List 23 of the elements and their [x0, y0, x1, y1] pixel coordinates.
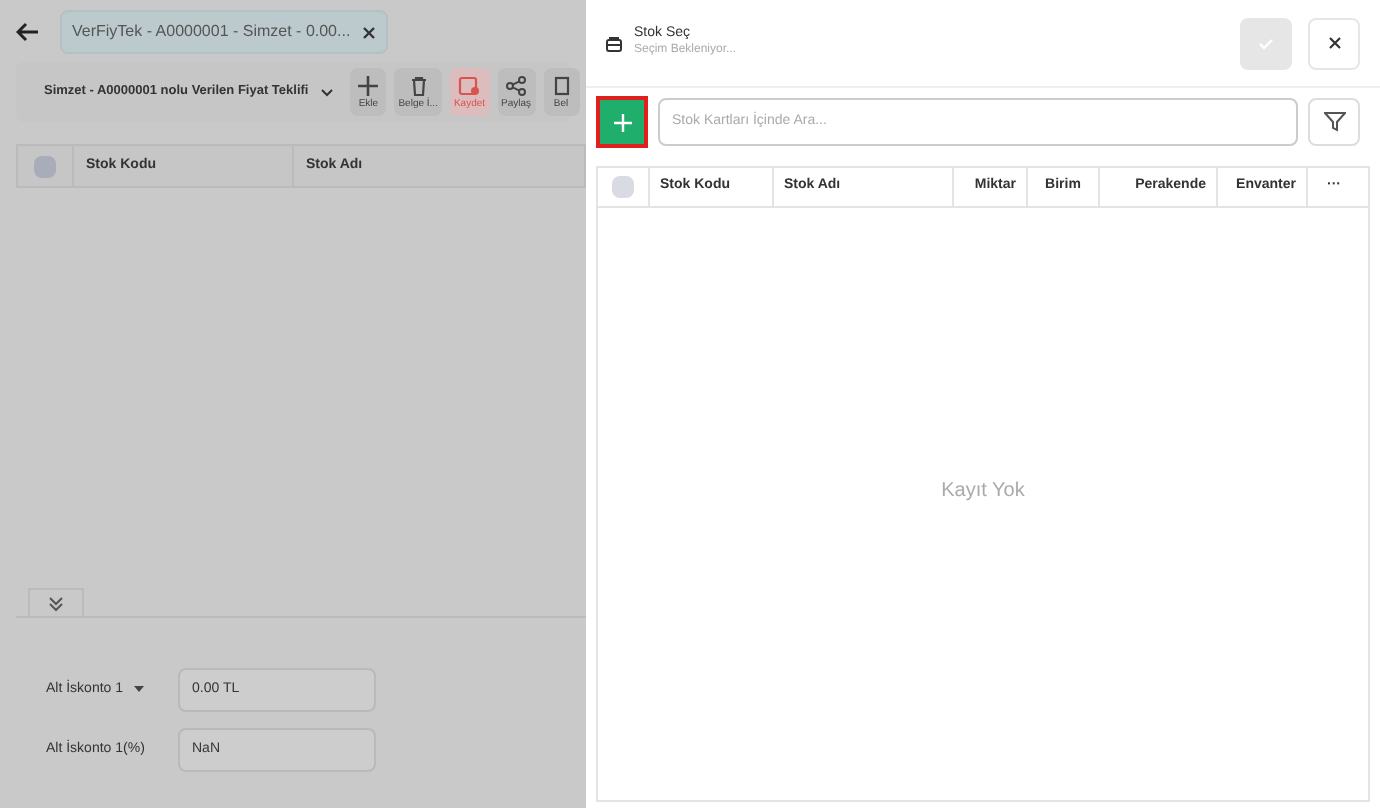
back-arrow-icon[interactable]: [16, 22, 40, 42]
document-tab[interactable]: VerFiyTek - A0000001 - Simzet - 0.00...: [60, 10, 389, 54]
close-icon: [1327, 36, 1341, 50]
close-icon[interactable]: [362, 25, 377, 39]
caret-icon[interactable]: [320, 87, 335, 97]
share-icon: [506, 75, 527, 95]
close-button[interactable]: [1308, 17, 1360, 69]
filter-button[interactable]: [1308, 98, 1360, 146]
filter-icon: [1323, 112, 1345, 132]
check-icon: [1258, 37, 1274, 49]
box-icon: [606, 35, 622, 51]
add-button[interactable]: [596, 96, 648, 148]
document-icon: [553, 75, 570, 95]
expand-tab[interactable]: [28, 588, 84, 616]
empty-message: Kayıt Yok: [941, 477, 1025, 505]
save-icon: [458, 75, 481, 95]
plus-icon: [358, 75, 379, 95]
select-all-checkbox[interactable]: [612, 176, 634, 198]
trash-icon: [409, 75, 428, 95]
caret-icon[interactable]: [133, 686, 144, 694]
plus-icon: [613, 113, 631, 131]
select-all-checkbox[interactable]: [34, 155, 56, 177]
double-chevron-icon: [48, 595, 64, 611]
